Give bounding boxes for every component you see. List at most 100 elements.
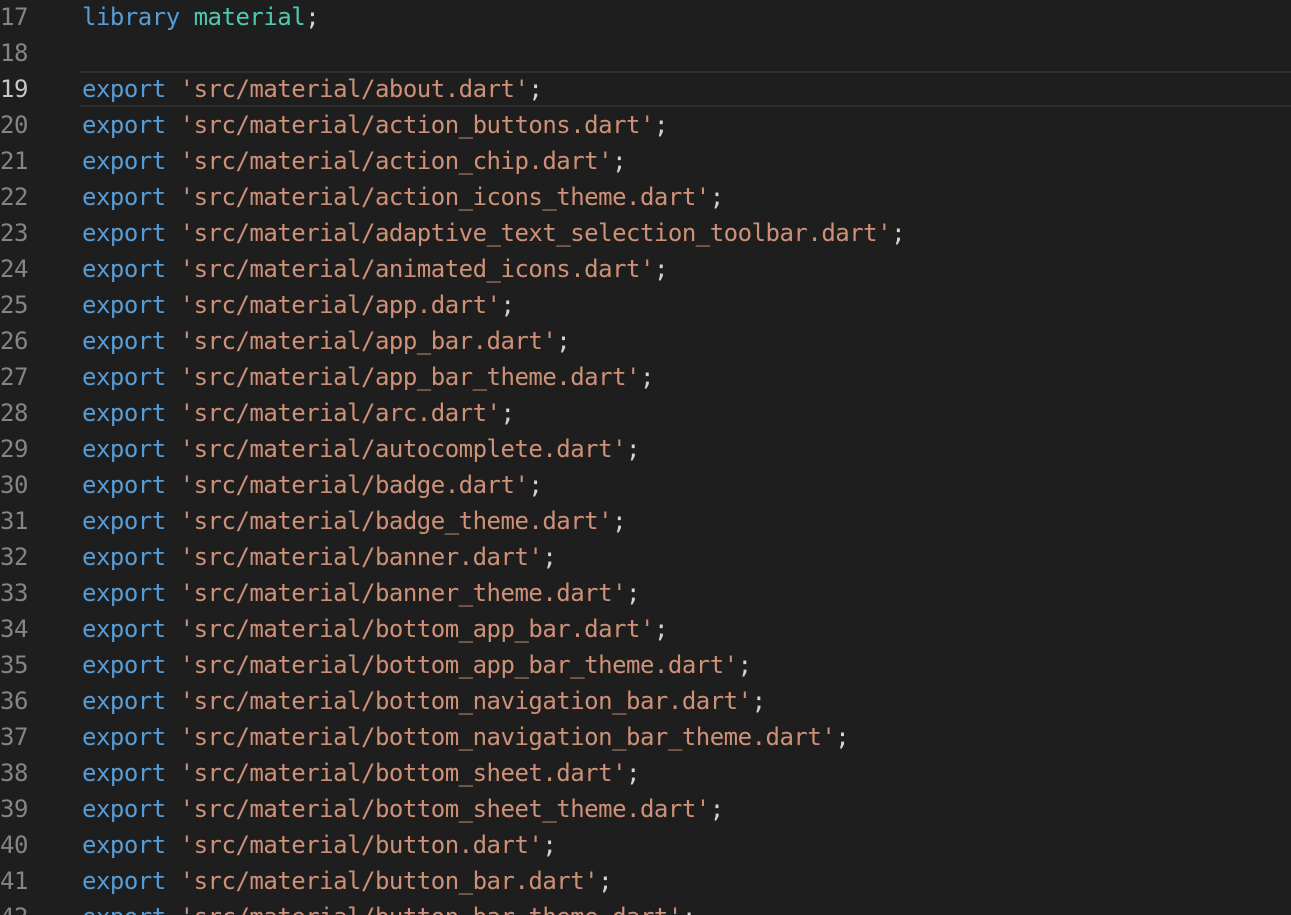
line-code[interactable]: export 'src/material/bottom_navigation_b… xyxy=(82,683,766,719)
line-code[interactable]: export 'src/material/button_bar_theme.da… xyxy=(82,899,696,915)
line-code[interactable]: export 'src/material/banner.dart'; xyxy=(82,539,557,575)
line-code[interactable]: export 'src/material/app_bar_theme.dart'… xyxy=(82,359,654,395)
line-code[interactable]: export 'src/material/button.dart'; xyxy=(82,827,557,863)
code-line[interactable]: 21 export 'src/material/action_chip.dart'… xyxy=(0,143,1291,179)
code-line[interactable]: 33 export 'src/material/banner_theme.dart… xyxy=(0,575,1291,611)
code-line[interactable]: 22 export 'src/material/action_icons_them… xyxy=(0,179,1291,215)
code-editor[interactable]: 17 library material; 18 19 export 'src/mater… xyxy=(0,0,1291,915)
keyword-token: export xyxy=(82,615,166,643)
code-line[interactable]: 28 export 'src/material/arc.dart'; xyxy=(0,395,1291,431)
line-number: 36 xyxy=(0,687,28,715)
line-code[interactable]: export 'src/material/banner_theme.dart'; xyxy=(82,575,640,611)
keyword-token: export xyxy=(82,363,166,391)
line-code[interactable]: library material; xyxy=(82,0,320,35)
code-line[interactable]: 36 export 'src/material/bottom_navigation… xyxy=(0,683,1291,719)
code-line[interactable]: 42 export 'src/material/button_bar_theme.… xyxy=(0,899,1291,915)
keyword-token: export xyxy=(82,147,166,175)
line-code[interactable]: export 'src/material/autocomplete.dart'; xyxy=(82,431,640,467)
semicolon-token: ; xyxy=(626,579,640,607)
line-code[interactable]: export 'src/material/button_bar.dart'; xyxy=(82,863,613,899)
code-line[interactable]: 39 export 'src/material/bottom_sheet_them… xyxy=(0,791,1291,827)
line-code[interactable]: export 'src/material/bottom_app_bar_them… xyxy=(82,647,752,683)
line-number: 35 xyxy=(0,651,28,679)
semicolon-token: ; xyxy=(891,219,906,247)
keyword-token: export xyxy=(82,579,166,607)
code-line[interactable]: 38 export 'src/material/bottom_sheet.dart… xyxy=(0,755,1291,791)
semicolon-token: ; xyxy=(542,543,557,571)
keyword-token: export xyxy=(82,795,166,823)
line-number: 37 xyxy=(0,723,28,751)
semicolon-token: ; xyxy=(653,111,668,139)
line-code[interactable]: export 'src/material/animated_icons.dart… xyxy=(82,251,668,287)
line-code[interactable]: export 'src/material/action_icons_theme.… xyxy=(82,179,724,215)
line-number: 25 xyxy=(0,291,28,319)
line-number: 39 xyxy=(0,795,28,823)
code-line[interactable]: 17 library material; xyxy=(0,0,1291,35)
line-code[interactable]: export 'src/material/adaptive_text_selec… xyxy=(82,215,906,251)
line-number: 27 xyxy=(0,363,28,391)
semicolon-token: ; xyxy=(709,795,724,823)
line-number: 41 xyxy=(0,867,28,895)
keyword-token: export xyxy=(82,687,166,715)
keyword-token: export xyxy=(82,543,166,571)
code-line[interactable]: 35 export 'src/material/bottom_app_bar_th… xyxy=(0,647,1291,683)
code-line[interactable]: 19 export 'src/material/about.dart'; xyxy=(0,71,1291,107)
semicolon-token: ; xyxy=(612,507,627,535)
semicolon-token: ; xyxy=(542,831,557,859)
line-code[interactable]: export 'src/material/bottom_sheet.dart'; xyxy=(82,755,640,791)
code-line[interactable]: 37 export 'src/material/bottom_navigation… xyxy=(0,719,1291,755)
line-number: 29 xyxy=(0,435,28,463)
code-line[interactable]: 32 export 'src/material/banner.dart'; xyxy=(0,539,1291,575)
line-code[interactable]: export 'src/material/action_chip.dart'; xyxy=(82,143,627,179)
line-number: 31 xyxy=(0,507,28,535)
line-number: 30 xyxy=(0,471,28,499)
code-line[interactable]: 18 xyxy=(0,35,1291,71)
keyword-token: export xyxy=(82,903,166,915)
line-code[interactable]: export 'src/material/arc.dart'; xyxy=(82,395,515,431)
keyword-token: export xyxy=(82,327,166,355)
string-token: 'src/material/bottom_sheet.dart' xyxy=(179,759,627,787)
code-line[interactable]: 30 export 'src/material/badge.dart'; xyxy=(0,467,1291,503)
code-line[interactable]: 31 export 'src/material/badge_theme.dart'… xyxy=(0,503,1291,539)
code-line[interactable]: 20 export 'src/material/action_buttons.da… xyxy=(0,107,1291,143)
line-number: 20 xyxy=(0,111,28,139)
semicolon-token: ; xyxy=(709,183,724,211)
line-code[interactable]: export 'src/material/app.dart'; xyxy=(82,287,515,323)
code-line[interactable]: 25 export 'src/material/app.dart'; xyxy=(0,287,1291,323)
semicolon-token: ; xyxy=(653,615,668,643)
line-number: 18 xyxy=(0,39,28,67)
semicolon-token: ; xyxy=(737,651,752,679)
string-token: 'src/material/action_icons_theme.dart' xyxy=(179,183,711,211)
line-code[interactable]: export 'src/material/app_bar.dart'; xyxy=(82,323,571,359)
semicolon-token: ; xyxy=(500,399,515,427)
line-number: 32 xyxy=(0,543,28,571)
line-number: 26 xyxy=(0,327,28,355)
line-code[interactable]: export 'src/material/badge.dart'; xyxy=(82,467,543,503)
line-code[interactable]: export 'src/material/bottom_app_bar.dart… xyxy=(82,611,668,647)
code-line[interactable]: 29 export 'src/material/autocomplete.dart… xyxy=(0,431,1291,467)
code-line[interactable]: 41 export 'src/material/button_bar.dart'; xyxy=(0,863,1291,899)
code-line[interactable]: 23 export 'src/material/adaptive_text_sel… xyxy=(0,215,1291,251)
code-line[interactable]: 34 export 'src/material/bottom_app_bar.da… xyxy=(0,611,1291,647)
line-number: 21 xyxy=(0,147,28,175)
code-line[interactable]: 40 export 'src/material/button.dart'; xyxy=(0,827,1291,863)
line-code[interactable]: export 'src/material/badge_theme.dart'; xyxy=(82,503,627,539)
line-code[interactable]: export 'src/material/bottom_navigation_b… xyxy=(82,719,850,755)
string-token: 'src/material/banner_theme.dart' xyxy=(179,579,627,607)
keyword-token: export xyxy=(82,723,166,751)
semicolon-token: ; xyxy=(556,327,571,355)
line-code[interactable]: export 'src/material/about.dart'; xyxy=(82,71,543,107)
line-code[interactable]: export 'src/material/action_buttons.dart… xyxy=(82,107,668,143)
code-line[interactable]: 27 export 'src/material/app_bar_theme.dar… xyxy=(0,359,1291,395)
line-number: 19 xyxy=(0,75,28,103)
line-number: 34 xyxy=(0,615,28,643)
semicolon-token: ; xyxy=(682,903,696,915)
string-token: 'src/material/app_bar.dart' xyxy=(179,327,557,355)
code-line[interactable]: 24 export 'src/material/animated_icons.da… xyxy=(0,251,1291,287)
semicolon-token: ; xyxy=(639,363,654,391)
keyword-token: export xyxy=(82,399,166,427)
semicolon-token: ; xyxy=(612,147,627,175)
line-code[interactable]: export 'src/material/bottom_sheet_theme.… xyxy=(82,791,724,827)
code-lines[interactable]: 17 library material; 18 19 export 'src/mater… xyxy=(0,0,1291,915)
code-line[interactable]: 26 export 'src/material/app_bar.dart'; xyxy=(0,323,1291,359)
